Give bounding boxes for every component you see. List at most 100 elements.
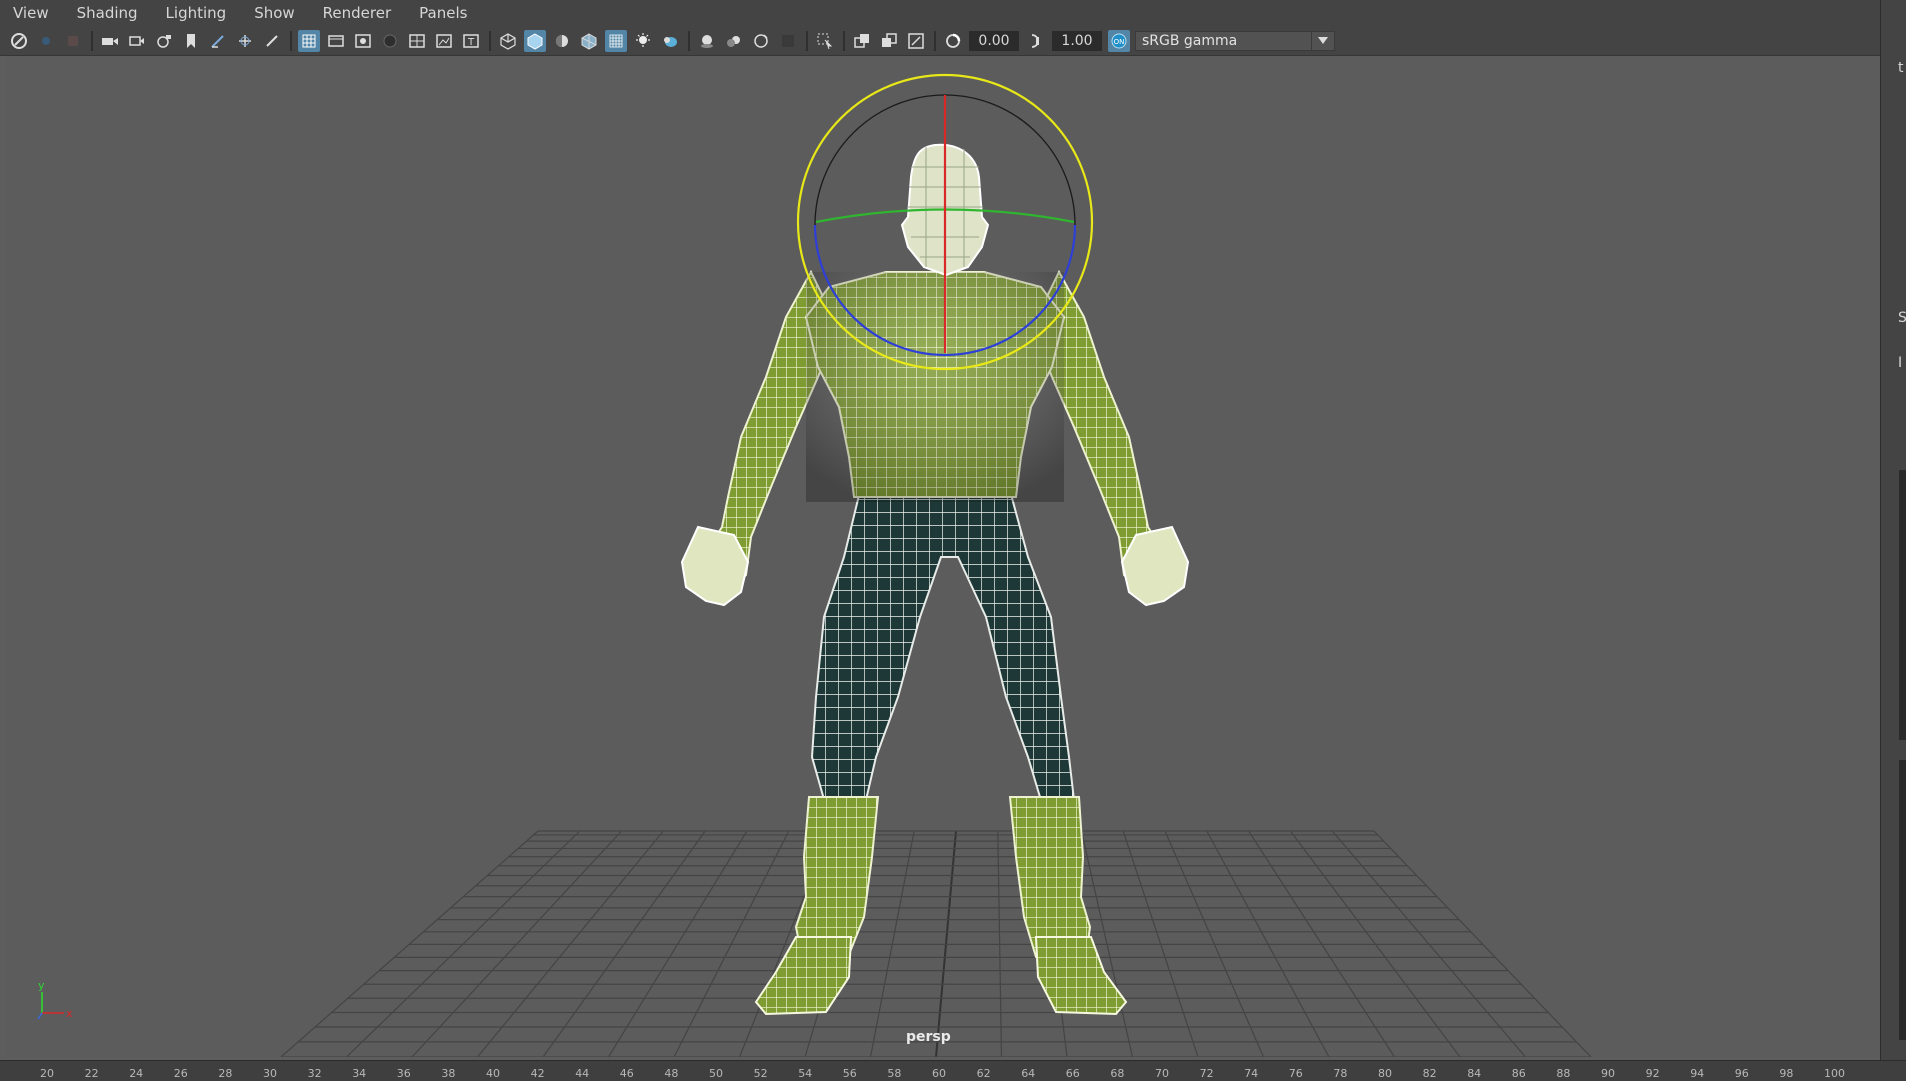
timeline-tick-label: 94 [1690,1067,1705,1080]
timeline-tick-label: 48 [664,1067,679,1080]
grid-icon[interactable] [298,29,320,52]
axis-x-label: x [66,1007,73,1020]
camera-attributes-icon[interactable] [62,30,84,52]
timeline-tick-label: 58 [887,1067,902,1080]
timeline-tick-label: 72 [1199,1067,1214,1080]
ground-grid [280,830,1592,1057]
viewport-persp[interactable]: y x [6,57,1880,1057]
lights-icon[interactable] [632,30,654,52]
lock-camera-icon[interactable] [35,30,57,52]
timeline-tick-label: 86 [1511,1067,1526,1080]
depth-of-field-icon[interactable] [777,30,799,52]
timeline-tick-label: 22 [84,1067,99,1080]
timeline-tick-label: 92 [1645,1067,1660,1080]
side-panel-text: t [1898,60,1904,76]
color-space-dropdown[interactable]: sRGB gamma [1135,30,1335,51]
menu-show[interactable]: Show [251,2,297,24]
timeline-tick-label: 100 [1824,1067,1845,1080]
safe-action-icon[interactable] [433,30,455,52]
menu-panels[interactable]: Panels [416,2,470,24]
timeline-tick-label: 84 [1467,1067,1482,1080]
bookmark-icon[interactable] [180,30,202,52]
menu-view[interactable]: View [10,2,52,24]
camera-2d-pan-icon[interactable] [153,30,175,52]
timeline-tick-label: 70 [1155,1067,1169,1080]
xray-icon[interactable] [851,30,873,52]
timeline-tick-label: 54 [798,1067,813,1080]
right-side-panel: t S I [1880,0,1906,1060]
resolution-gate-icon[interactable] [352,30,374,52]
side-panel-text: S [1898,310,1906,326]
menu-lighting[interactable]: Lighting [163,2,230,24]
timeline-tick-label: 60 [932,1067,946,1080]
field-chart-icon[interactable] [406,30,428,52]
timeline-tick-label: 78 [1333,1067,1348,1080]
motion-blur-icon[interactable] [723,30,745,52]
axis-gizmo [37,992,64,1020]
xray-components-icon[interactable] [905,30,927,52]
textured-icon[interactable] [605,29,627,52]
character-mesh[interactable] [680,143,1190,1016]
color-management-icon[interactable]: ON [1108,29,1130,52]
image-plane-icon[interactable] [126,30,148,52]
isolate-icon[interactable] [814,30,836,52]
gamma-field[interactable]: 1.00 [1052,30,1102,51]
timeline-tick-label: 20 [40,1067,54,1080]
timeline-tick-label: 64 [1021,1067,1036,1080]
timeline-tick-label: 44 [575,1067,590,1080]
timeline-tick-label: 74 [1244,1067,1259,1080]
default-material-icon[interactable] [551,30,573,52]
toolbar-separator [843,30,845,51]
safe-title-icon[interactable]: T [460,30,482,52]
brush-icon[interactable] [261,30,283,52]
timeline-tick-label: 36 [396,1067,411,1080]
exposure-field[interactable]: 0.00 [969,30,1019,51]
timeline-tick-label: 80 [1378,1067,1392,1080]
panel-menubar: View Shading Lighting Show Renderer Pane… [0,0,1880,26]
panel-toolbar: T 0.00 1.00 ON sRGB gamma [0,26,1880,56]
legs-mesh [810,486,1078,818]
menu-shading[interactable]: Shading [74,2,141,24]
timeline-tick-label: 62 [976,1067,991,1080]
screen-space-ao-icon[interactable] [696,30,718,52]
scene-canvas: y x [37,73,1592,1057]
shaded-wireframe-icon[interactable] [578,30,600,52]
camera-name-label: persp [906,1029,951,1045]
wireframe-icon[interactable] [497,30,519,52]
side-panel-scrollbar[interactable] [1899,470,1906,740]
gamma-icon[interactable] [1025,30,1047,52]
toolbar-separator [290,30,292,51]
camera-icon[interactable] [99,30,121,52]
timeline-tick-label: 66 [1065,1067,1080,1080]
xray-joints-icon[interactable] [878,30,900,52]
timeline-ruler[interactable]: 20 22 24 26 28 30 32 34 36 38 40 42 44 46 48 50 52 54 56 58… [0,1060,1906,1081]
menu-renderer[interactable]: Renderer [320,2,394,24]
timeline-tick-label: 24 [129,1067,144,1080]
left-foot-mesh [754,936,853,1016]
select-camera-icon[interactable] [8,30,30,52]
svg-text:T: T [467,37,475,48]
smooth-shade-icon[interactable] [524,29,546,52]
side-panel-scrollbar[interactable] [1899,760,1906,1040]
timeline-tick-label: 96 [1734,1067,1749,1080]
gate-mask-icon[interactable] [379,30,401,52]
toolbar-separator [934,30,936,51]
timeline-tick-label: 90 [1601,1067,1615,1080]
timeline-tick-label: 32 [307,1067,322,1080]
timeline-tick-label: 26 [173,1067,188,1080]
timeline-tick-label: 68 [1110,1067,1125,1080]
anti-aliasing-icon[interactable] [750,30,772,52]
exposure-icon[interactable] [942,30,964,52]
toolbar-separator [688,30,690,51]
right-foot-mesh [1034,936,1128,1016]
timeline-tick-label: 46 [619,1067,634,1080]
film-gate-icon[interactable] [325,30,347,52]
grease-pencil-icon[interactable] [207,30,229,52]
toolbar-separator [806,30,808,51]
two-d-pan-zoom-icon[interactable] [234,30,256,52]
svg-text:ON: ON [1114,38,1125,46]
timeline-tick-label: 82 [1422,1067,1437,1080]
shadows-icon[interactable] [659,30,681,52]
timeline-tick-label: 30 [263,1067,277,1080]
toolbar-separator [489,30,491,51]
